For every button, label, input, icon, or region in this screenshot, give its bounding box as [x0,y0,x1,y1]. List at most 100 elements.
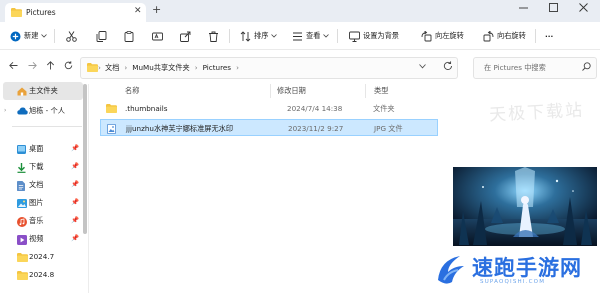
cut-button[interactable] [66,30,77,42]
toolbar-divider [535,29,536,43]
breadcrumb-documents[interactable]: 文档 [105,63,119,73]
table-row[interactable]: jjjunzhu水神芙宁娜标准屏无水印 2023/11/2 9:27 JPG 文… [100,119,438,136]
sidebar-item-2024-8[interactable]: 2024.8 [0,266,84,284]
close-window-button[interactable] [579,3,588,15]
forward-button[interactable] [28,61,37,73]
toolbar-divider [337,29,338,43]
folder-icon [106,104,117,115]
search-icon [582,62,591,74]
column-header-date[interactable]: 修改日期 [277,86,306,96]
view-label: 查看 [306,31,321,40]
sidebar-item-pictures[interactable]: 图片 📌 [0,194,84,212]
image-file-icon [107,124,116,136]
sidebar-item-videos[interactable]: 视频 📌 [0,230,84,248]
sidebar-item-2024-7[interactable]: 2024.7 [0,248,84,266]
navigation-pane: 主文件夹 › 旭栋 - 个人 桌面 📌 下载 📌 文档 📌 图片 📌 音乐 📌 … [0,82,88,293]
pin-icon[interactable]: 📌 [71,162,79,170]
copy-icon [96,30,107,42]
address-history-dropdown[interactable] [419,62,426,71]
sidebar-item-label: 图片 [29,198,44,207]
tab-pictures[interactable]: Pictures ✕ [5,3,146,22]
sidebar-item-desktop[interactable]: 桌面 📌 [0,140,84,158]
chevron-right-icon[interactable]: › [124,63,127,73]
address-bar[interactable]: › 文档 › MuMu共享文件夹 › Pictures › [80,57,458,79]
sidebar-item-downloads[interactable]: 下载 📌 [0,158,84,176]
refresh-button[interactable] [443,61,453,74]
pin-icon[interactable]: 📌 [71,216,79,224]
sidebar-item-music[interactable]: 音乐 📌 [0,212,84,230]
title-bar: Pictures ✕ + [0,0,600,22]
pin-icon[interactable]: 📌 [71,198,79,206]
back-button[interactable] [9,61,18,73]
pin-icon[interactable]: 📌 [71,180,79,188]
view-icon [292,31,303,42]
delete-button[interactable] [208,30,219,42]
chevron-right-icon: › [98,63,101,72]
chevron-down-icon [419,64,426,69]
rotate-right-button[interactable]: 向右旋转 [483,30,526,42]
rotate-left-button[interactable]: 向左旋转 [421,30,464,42]
search-input[interactable]: 在 Pictures 中搜索 [484,63,546,73]
refresh-icon [443,61,452,70]
breadcrumb-pictures[interactable]: Pictures [203,63,231,73]
file-date: 2023/11/2 9:27 [288,124,344,133]
tab-close-button[interactable]: ✕ [134,6,142,16]
brand-site: SUPAOQISHI.COM [480,279,546,285]
sidebar-item-documents[interactable]: 文档 📌 [0,176,84,194]
file-list: 名称 修改日期 类型 .thumbnails 2024/7/4 14:38 文件… [89,84,450,293]
rotate-left-icon [421,30,432,42]
pin-icon[interactable]: 📌 [71,234,79,242]
sidebar-item-label: 2024.8 [29,270,55,279]
column-header-name[interactable]: 名称 [125,86,139,96]
sidebar-item-label: 主文件夹 [29,86,58,95]
chevron-right-icon[interactable]: › [236,63,239,73]
rotate-right-icon [483,30,494,42]
paste-button[interactable] [124,30,135,42]
chevron-down-icon [41,34,48,38]
music-icon [17,217,27,229]
folder-icon [17,253,28,264]
table-row[interactable]: .thumbnails 2024/7/4 14:38 文件夹 [100,100,438,117]
file-name: jjjunzhu水神芙宁娜标准屏无水印 [126,124,234,133]
copy-button[interactable] [96,30,107,42]
more-button[interactable]: ··· [545,30,553,42]
image-preview [453,167,597,246]
new-button[interactable]: 新建 [10,30,48,42]
clipboard-icon [124,30,135,42]
sort-button[interactable]: 排序 [240,30,278,42]
chevron-right-icon[interactable]: › [195,63,198,73]
plus-circle-icon [10,31,21,42]
minimize-button[interactable] [519,3,528,15]
up-button[interactable] [46,61,55,73]
pin-icon[interactable]: 📌 [71,144,79,152]
column-header-type[interactable]: 类型 [374,86,388,96]
sidebar-item-onedrive[interactable]: › 旭栋 - 个人 [0,102,84,120]
sidebar-scrollbar[interactable] [83,84,87,234]
sidebar-item-label: 视频 [29,234,44,243]
tab-title: Pictures [26,8,56,17]
sort-icon [240,30,251,42]
rename-button[interactable] [152,30,163,42]
address-row: › 文档 › MuMu共享文件夹 › Pictures › 在 Pictures… [0,50,600,84]
rotate-right-label: 向右旋转 [497,31,526,40]
chevron-right-icon[interactable]: › [4,107,6,114]
set-background-button[interactable]: 设置为背景 [349,30,399,42]
search-box[interactable]: 在 Pictures 中搜索 [473,57,597,79]
new-tab-button[interactable]: + [152,3,161,16]
scissors-icon [66,30,77,42]
picture-icon [17,199,27,210]
breadcrumb: 文档 › MuMu共享文件夹 › Pictures › [105,63,239,73]
command-bar: 新建 排序 查看 设置为背景 向左旋转 向右旋转 ··· [0,22,600,50]
sidebar-item-home[interactable]: 主文件夹 [3,82,83,100]
column-divider[interactable] [365,84,366,98]
document-icon [17,181,25,193]
column-divider[interactable] [270,84,271,98]
refresh-nav-button[interactable] [64,61,73,73]
folder-icon [87,63,98,74]
share-button[interactable] [180,30,191,42]
trash-icon [208,31,219,42]
breadcrumb-mumu-shared[interactable]: MuMu共享文件夹 [132,63,189,73]
view-button[interactable]: 查看 [292,30,330,42]
video-icon [17,235,27,247]
maximize-button[interactable] [549,3,558,15]
